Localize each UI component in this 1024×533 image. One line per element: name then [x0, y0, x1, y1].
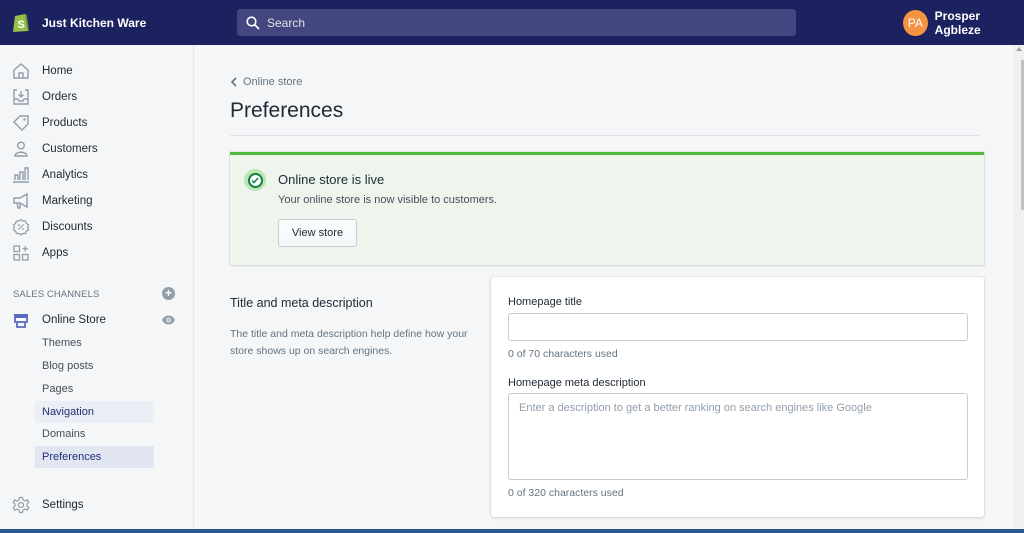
sidebar-subitem-navigation[interactable]: Navigation: [35, 401, 154, 423]
search-input[interactable]: Search: [237, 9, 796, 36]
sidebar-item-marketing[interactable]: Marketing: [0, 189, 194, 213]
meta-description-char-count: 0 of 320 characters used: [508, 487, 624, 499]
bar-chart-icon: [13, 167, 29, 183]
sales-channels-heading: SALES CHANNELS: [13, 289, 100, 300]
sidebar-subitem-themes[interactable]: Themes: [35, 332, 154, 354]
seo-form-card: Homepage title 0 of 70 characters used H…: [491, 277, 984, 517]
store-icon: [14, 314, 28, 328]
sidebar-item-home[interactable]: Home: [0, 59, 194, 83]
breadcrumb-online-store[interactable]: Online store: [230, 76, 302, 88]
homepage-title-char-count: 0 of 70 characters used: [508, 348, 618, 360]
page-title: Preferences: [230, 99, 344, 122]
add-sales-channel-icon[interactable]: +: [162, 287, 175, 300]
homepage-title-input[interactable]: [508, 313, 968, 341]
vertical-scrollbar[interactable]: [1013, 45, 1024, 533]
sidebar-item-label: Apps: [42, 247, 69, 259]
sidebar-item-label: Settings: [42, 499, 84, 511]
view-online-store-eye-icon[interactable]: [161, 314, 176, 326]
sidebar: Home Orders Products Customers Analytics…: [0, 45, 194, 533]
sidebar-item-products[interactable]: Products: [0, 111, 194, 135]
meta-description-textarea[interactable]: Enter a description to get a better rank…: [508, 393, 968, 480]
os-taskbar: [0, 529, 1024, 533]
apps-icon: [13, 245, 29, 261]
orders-icon: [13, 89, 29, 105]
title-divider: [230, 135, 979, 136]
chevron-left-icon: [230, 77, 237, 87]
sidebar-item-label: Products: [42, 117, 88, 129]
search-placeholder: Search: [267, 15, 306, 30]
scroll-up-arrow-icon[interactable]: [1016, 47, 1022, 51]
homepage-title-label: Homepage title: [508, 296, 582, 308]
sidebar-item-settings[interactable]: Settings: [0, 493, 194, 517]
search-icon: [246, 15, 260, 30]
banner-text: Your online store is now visible to cust…: [278, 194, 498, 206]
megaphone-icon: [13, 192, 28, 209]
sidebar-item-discounts[interactable]: Discounts: [0, 215, 194, 239]
section-description: The title and meta description help defi…: [230, 328, 468, 357]
sidebar-item-label: Online Store: [42, 314, 106, 326]
banner-title: Online store is live: [278, 172, 385, 187]
sidebar-item-label: Orders: [42, 91, 78, 103]
checkmark-circle-icon: [244, 169, 266, 191]
user-menu[interactable]: PA Prosper Agbleze: [903, 9, 1024, 37]
sidebar-subitem-blog-posts[interactable]: Blog posts: [35, 355, 154, 377]
svg-text:S: S: [18, 19, 25, 31]
meta-description-label: Homepage meta description: [508, 377, 646, 389]
tag-icon: [13, 115, 29, 131]
sidebar-item-label: Marketing: [42, 195, 93, 207]
shopify-logo-icon[interactable]: S: [12, 11, 30, 33]
sidebar-item-apps[interactable]: Apps: [0, 241, 194, 265]
sidebar-subitem-domains[interactable]: Domains: [35, 423, 154, 445]
sidebar-item-analytics[interactable]: Analytics: [0, 163, 194, 187]
sidebar-item-orders[interactable]: Orders: [0, 85, 194, 109]
sidebar-item-label: Analytics: [42, 169, 89, 181]
sidebar-item-label: Home: [42, 65, 73, 77]
sidebar-subitem-pages[interactable]: Pages: [35, 378, 154, 400]
sidebar-item-customers[interactable]: Customers: [0, 137, 194, 161]
person-icon: [14, 141, 28, 157]
discount-icon: [12, 218, 30, 236]
main-content: Online store Preferences Online store is…: [195, 45, 1013, 533]
breadcrumb-label: Online store: [243, 76, 303, 88]
home-icon: [13, 63, 29, 79]
avatar[interactable]: PA: [903, 10, 928, 36]
top-bar: S Just Kitchen Ware Search PA Prosper Ag…: [0, 0, 1024, 45]
section-title: Title and meta description: [230, 296, 373, 310]
view-store-button[interactable]: View store: [278, 219, 357, 247]
sidebar-item-label: Customers: [42, 143, 98, 155]
store-live-banner: Online store is live Your online store i…: [230, 152, 984, 265]
sidebar-item-label: Discounts: [42, 221, 93, 233]
user-name[interactable]: Prosper Agbleze: [935, 9, 1024, 37]
gear-icon: [12, 496, 30, 514]
store-name[interactable]: Just Kitchen Ware: [42, 16, 146, 30]
sidebar-subitem-preferences[interactable]: Preferences: [35, 446, 154, 468]
